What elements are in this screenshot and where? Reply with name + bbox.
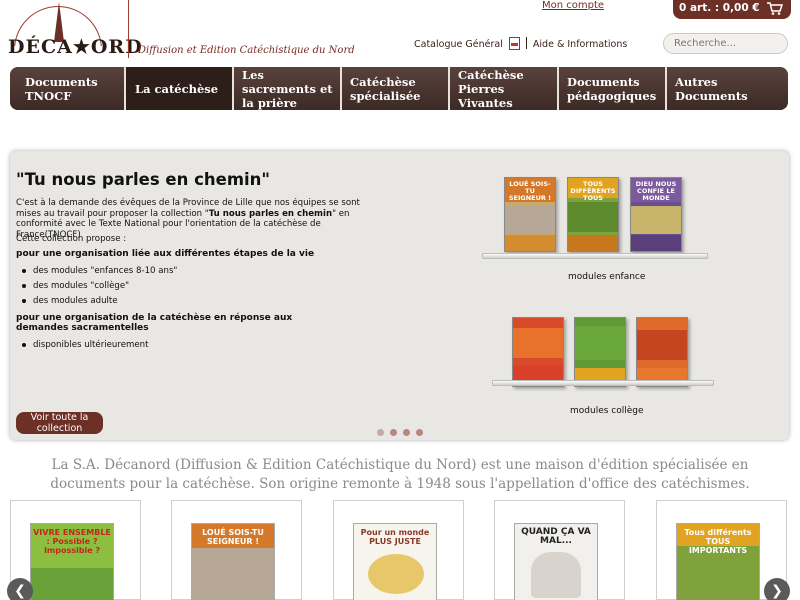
slider-dot[interactable] xyxy=(416,429,423,436)
chevron-left-icon: ❮ xyxy=(14,583,26,599)
slide-subheading-2: pour une organisation de la catéchèse en… xyxy=(16,313,293,333)
cover-band xyxy=(505,235,555,251)
chevron-right-icon: ❯ xyxy=(771,583,783,599)
slide-subheading-1: pour une organisation liée aux différent… xyxy=(16,249,315,259)
cover-image xyxy=(531,552,581,598)
carousel-next-button[interactable]: ❯ xyxy=(764,578,790,600)
product-cover: Tous différents TOUS IMPORTANTS xyxy=(676,523,760,600)
book-cover[interactable] xyxy=(574,317,626,387)
list-item: des modules "collège" xyxy=(22,281,177,296)
product-cover: LOUÉ SOIS-TU SEIGNEUR ! xyxy=(191,523,275,600)
book-cover[interactable] xyxy=(636,317,688,387)
pdf-icon[interactable] xyxy=(508,37,520,50)
view-collection-button[interactable]: Voir toute la collection xyxy=(16,412,103,434)
product-card[interactable]: Pour un monde PLUS JUSTE xyxy=(333,500,464,600)
search-input[interactable] xyxy=(663,33,788,54)
book-cover[interactable]: LOUÉ SOIS-TU SEIGNEUR ! xyxy=(504,177,556,252)
nav-item-documents-tnocf[interactable]: Documents TNOCF xyxy=(10,67,126,110)
slide-list-2: disponibles ultérieurement xyxy=(22,340,148,355)
header-divider xyxy=(128,0,129,58)
cart-icon xyxy=(767,2,783,15)
book-cover[interactable]: TOUS DIFFÉRENTS TOUS IMPORTANTS xyxy=(567,177,619,252)
logo-text: DÉCA★ORD xyxy=(8,36,143,58)
product-cover: QUAND ÇA VA MAL... xyxy=(514,523,598,600)
link-separator xyxy=(525,37,527,49)
slider-dot[interactable] xyxy=(403,429,410,436)
slide-list-1: des modules "enfances 8-10 ans" des modu… xyxy=(22,266,177,311)
slider-dot[interactable] xyxy=(390,429,397,436)
cover-title: DIEU NOUS CONFIE LE MONDE xyxy=(635,180,677,202)
nav-item-catechese-specialisee[interactable]: Catéchèse spécialisée xyxy=(342,67,450,110)
slide-title: "Tu nous parles en chemin" xyxy=(16,170,271,189)
nav-item-documents-pedagogiques[interactable]: Documents pédagogiques xyxy=(559,67,667,110)
cover-title: VIVRE ENSEMBLE : Possible ? Impossible ? xyxy=(33,528,111,555)
nav-item-la-catechese[interactable]: La catéchèse xyxy=(126,67,234,110)
product-cover: Pour un monde PLUS JUSTE xyxy=(353,523,437,600)
cover-image xyxy=(631,206,681,234)
cover-image xyxy=(505,206,555,234)
cover-band xyxy=(631,235,681,251)
cover-title: Pour un monde PLUS JUSTE xyxy=(360,528,430,546)
list-item: disponibles ultérieurement xyxy=(22,340,148,355)
cover-image xyxy=(568,202,618,232)
account-link[interactable]: Mon compte xyxy=(542,0,604,11)
shelf-label-college: modules collège xyxy=(570,406,644,416)
slider-dot[interactable] xyxy=(377,429,384,436)
list-item: des modules adulte xyxy=(22,296,177,311)
nav-label: La catéchèse xyxy=(135,81,219,96)
nav-item-pierres-vivantes[interactable]: Catéchèse Pierres Vivantes xyxy=(450,67,559,110)
carousel-prev-button[interactable]: ❮ xyxy=(7,578,33,600)
intro-text: La S.A. Décanord (Diffusion & Edition Ca… xyxy=(50,457,750,492)
nav-label: Catéchèse spécialisée xyxy=(350,74,421,103)
cover-image xyxy=(368,554,424,594)
cover-image xyxy=(575,326,625,360)
cover-image xyxy=(31,568,113,600)
cover-image xyxy=(637,330,687,360)
help-link[interactable]: Aide & Informations xyxy=(533,39,627,50)
nav-label: Documents TNOCF xyxy=(25,74,98,103)
cart-button[interactable]: 0 art. : 0,00 € xyxy=(673,0,791,19)
catalogue-link[interactable]: Catalogue Général xyxy=(414,39,503,50)
nav-label: Documents pédagogiques xyxy=(567,74,657,103)
nav-label: Catéchèse Pierres Vivantes xyxy=(458,67,524,110)
cover-title: QUAND ÇA VA MAL... xyxy=(521,527,591,546)
cover-title: LOUÉ SOIS-TU SEIGNEUR ! xyxy=(202,528,264,546)
site-tagline: Diffusion et Edition Catéchistique du No… xyxy=(138,45,355,56)
shelf-label-enfance: modules enfance xyxy=(568,272,646,282)
shelf xyxy=(482,253,708,259)
book-cover[interactable]: DIEU NOUS CONFIE LE MONDE xyxy=(630,177,682,252)
cover-title: LOUÉ SOIS-TU SEIGNEUR ! xyxy=(508,180,552,202)
main-nav: Documents TNOCF La catéchèse Les sacreme… xyxy=(10,67,788,110)
site-logo[interactable]: DÉCA★ORD xyxy=(8,2,143,60)
nav-label: Les sacrements et la prière xyxy=(242,67,333,110)
slide-text-bold: Tu nous parles en chemin xyxy=(208,208,333,219)
cart-summary: 0 art. : 0,00 € xyxy=(679,2,760,14)
slide-propose: Cette collection propose : xyxy=(16,234,127,244)
featured-slider: "Tu nous parles en chemin" C'est à la de… xyxy=(10,151,789,440)
nav-item-autres-documents[interactable]: Autres Documents xyxy=(667,67,788,110)
shelf xyxy=(492,380,714,386)
product-card[interactable]: QUAND ÇA VA MAL... xyxy=(494,500,625,600)
book-cover[interactable] xyxy=(512,317,564,387)
nav-item-sacrements[interactable]: Les sacrements et la prière xyxy=(234,67,342,110)
header-links: Catalogue Général Aide & Informations xyxy=(414,37,627,50)
nav-label: Autres Documents xyxy=(675,74,748,103)
product-card[interactable]: LOUÉ SOIS-TU SEIGNEUR ! xyxy=(171,500,302,600)
cover-image xyxy=(513,328,563,358)
cover-band xyxy=(568,235,618,251)
slider-pagination xyxy=(377,429,423,436)
product-cover: VIVRE ENSEMBLE : Possible ? Impossible ? xyxy=(30,523,114,600)
list-item: des modules "enfances 8-10 ans" xyxy=(22,266,177,281)
cover-title: Tous différents TOUS IMPORTANTS xyxy=(684,528,752,555)
